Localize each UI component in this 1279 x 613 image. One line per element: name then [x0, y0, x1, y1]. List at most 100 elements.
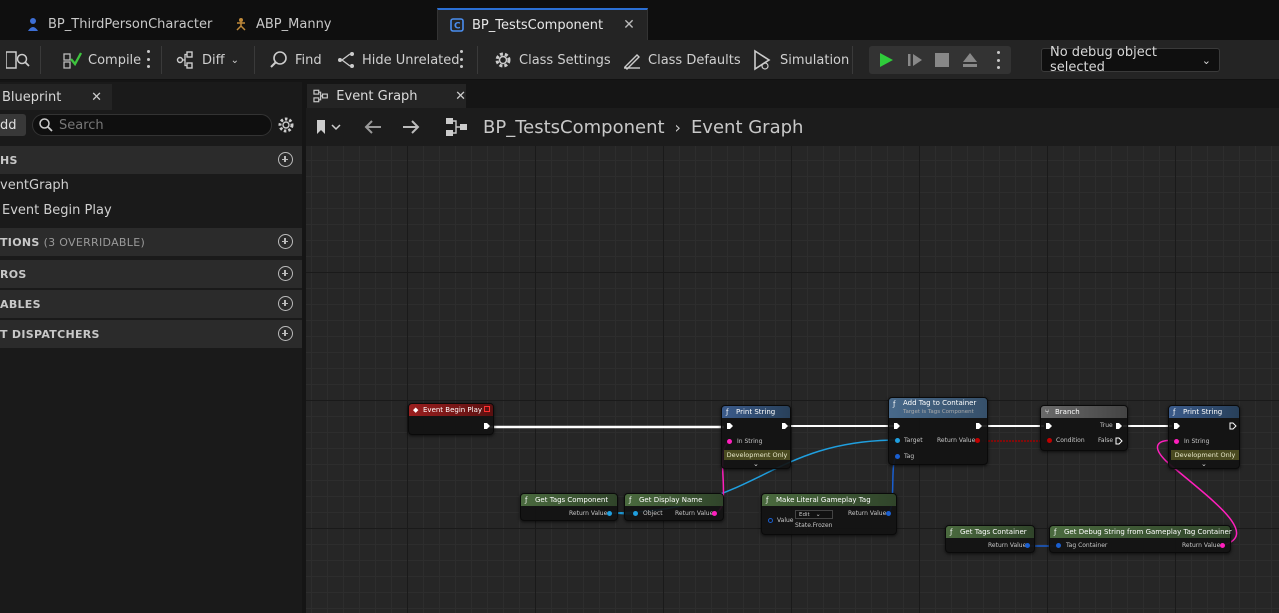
delegate-pin-icon[interactable]	[484, 406, 490, 412]
simulation-button[interactable]: Simulation	[752, 48, 849, 72]
string-pin[interactable]	[712, 511, 717, 516]
exec-out-pin[interactable]	[781, 422, 789, 430]
diff-button[interactable]: Diff ⌄	[176, 48, 239, 72]
back-arrow-icon[interactable]	[363, 119, 383, 135]
tab-bp-testscomponent[interactable]: C BP_TestsComponent ✕	[437, 8, 648, 40]
breadcrumb-leaf[interactable]: Event Graph	[691, 117, 804, 138]
node-get-tags-container[interactable]: ƒ Get Tags Container Return Value	[945, 525, 1035, 553]
function-icon: ƒ	[726, 408, 729, 416]
node-get-display-name[interactable]: ƒ Get Display Name Object Return Value	[624, 493, 724, 521]
section-event-dispatchers[interactable]: T DISPATCHERS	[0, 320, 302, 348]
exec-in-pin[interactable]	[1173, 422, 1181, 430]
node-print-string-1[interactable]: ƒ Print String In String Development Onl…	[721, 405, 791, 469]
close-icon[interactable]: ✕	[623, 17, 635, 33]
search-input[interactable]: Search	[32, 114, 272, 136]
eject-icon[interactable]	[962, 52, 978, 68]
node-add-tag-to-container[interactable]: ƒ Add Tag to Container Target is Tags Co…	[888, 397, 988, 465]
exec-in-pin[interactable]	[726, 422, 734, 430]
function-icon: ƒ	[1054, 528, 1057, 536]
chevron-down-icon: ⌄	[230, 54, 239, 66]
pin-label: Tag	[904, 453, 915, 460]
string-pin[interactable]	[1174, 439, 1179, 444]
event-graph-icon	[313, 89, 328, 103]
browse-icon[interactable]	[6, 50, 32, 70]
node-print-string-2[interactable]: ƒ Print String In String Development Onl…	[1168, 405, 1240, 469]
breadcrumb: BP_TestsComponent › Event Graph	[483, 116, 803, 138]
tab-label: ABP_Manny	[256, 16, 332, 32]
compile-options-icon[interactable]	[147, 50, 151, 68]
add-circle-icon[interactable]	[278, 152, 293, 167]
node-get-tags-component[interactable]: ƒ Get Tags Component Return Value	[520, 493, 618, 521]
chevron-down-icon[interactable]: ⌄	[1201, 460, 1207, 468]
my-blueprint-tab[interactable]: Blueprint ✕	[0, 84, 112, 110]
object-pin[interactable]	[633, 511, 638, 516]
exec-out-pin[interactable]	[1229, 422, 1237, 430]
edit-tag-dropdown[interactable]: Edit ⌄	[795, 510, 833, 519]
node-branch[interactable]: ⑂ Branch True Condition False	[1040, 405, 1128, 451]
stop-icon[interactable]	[935, 53, 949, 67]
tab-bp-thirdpersoncharacter[interactable]: BP_ThirdPersonCharacter	[14, 8, 224, 40]
forward-arrow-icon[interactable]	[401, 119, 421, 135]
section-graphs[interactable]: HS	[0, 146, 302, 174]
chevron-down-icon[interactable]: ⌄	[753, 460, 759, 468]
find-button[interactable]: Find	[269, 48, 322, 72]
struct-pin[interactable]	[1025, 543, 1030, 548]
node-event-begin-play[interactable]: ◆ Event Begin Play	[408, 403, 494, 435]
compile-button[interactable]: Compile	[62, 48, 141, 72]
dev-only-banner: Development Only	[724, 450, 790, 460]
section-macros[interactable]: ROS	[0, 260, 302, 288]
exec-out-pin[interactable]	[975, 422, 983, 430]
object-pin[interactable]	[895, 438, 900, 443]
tab-event-graph[interactable]: Event Graph ✕	[307, 84, 466, 108]
gear-icon[interactable]	[277, 116, 295, 134]
find-options-icon[interactable]	[460, 50, 464, 68]
struct-pin[interactable]	[895, 454, 900, 459]
exec-out-pin[interactable]	[1115, 437, 1123, 445]
bookmark-icon[interactable]	[315, 119, 343, 135]
section-variables[interactable]: ABLES	[0, 290, 302, 318]
add-circle-icon[interactable]	[278, 326, 293, 341]
step-icon[interactable]	[907, 52, 923, 68]
struct-pin[interactable]	[768, 518, 773, 523]
exec-out-pin[interactable]	[1115, 422, 1123, 430]
struct-pin[interactable]	[886, 511, 891, 516]
object-pin[interactable]	[607, 511, 612, 516]
play-icon[interactable]	[878, 52, 894, 68]
string-pin[interactable]	[1220, 543, 1225, 548]
close-icon[interactable]: ✕	[91, 90, 102, 105]
exec-in-pin[interactable]	[1045, 422, 1053, 430]
tree-item-eventgraph[interactable]: ventGraph	[0, 178, 69, 193]
hide-unrelated-button[interactable]: Hide Unrelated	[336, 48, 460, 72]
node-make-literal-gameplay-tag[interactable]: ƒ Make Literal Gameplay Tag Value Edit ⌄…	[761, 493, 897, 535]
add-circle-icon[interactable]	[278, 234, 293, 249]
struct-pin[interactable]	[1056, 543, 1061, 548]
exec-in-pin[interactable]	[893, 422, 901, 430]
bool-pin[interactable]	[1047, 438, 1052, 443]
debug-object-select[interactable]: No debug object selected ⌄	[1041, 45, 1220, 75]
add-button[interactable]: dd	[0, 114, 26, 136]
node-title: Get Tags Component	[535, 496, 609, 504]
simulation-icon	[754, 49, 771, 71]
pin-label: Return Value	[675, 510, 714, 517]
node-get-debug-string[interactable]: ƒ Get Debug String from Gameplay Tag Con…	[1049, 525, 1232, 553]
class-settings-button[interactable]: Class Settings	[493, 48, 611, 72]
character-icon	[28, 18, 38, 31]
play-options-icon[interactable]	[997, 51, 1001, 69]
graph-canvas[interactable]: ◆ Event Begin Play ƒ Print String In Str…	[306, 146, 1279, 613]
class-defaults-button[interactable]: Class Defaults	[622, 48, 741, 72]
string-pin[interactable]	[727, 439, 732, 444]
tab-abp-manny[interactable]: ABP_Manny	[222, 8, 344, 40]
add-circle-icon[interactable]	[278, 266, 293, 281]
add-circle-icon[interactable]	[278, 296, 293, 311]
graph-hierarchy-icon[interactable]	[445, 117, 469, 137]
function-icon: ƒ	[525, 496, 528, 504]
animation-blueprint-icon	[236, 18, 246, 31]
close-icon[interactable]: ✕	[455, 89, 466, 104]
exec-out-pin[interactable]	[483, 422, 491, 430]
pin-label: Value	[777, 517, 794, 524]
tree-item-event-begin-play[interactable]: Event Begin Play	[2, 203, 112, 218]
breadcrumb-root[interactable]: BP_TestsComponent	[483, 117, 665, 138]
bool-pin[interactable]	[975, 438, 980, 443]
toolbar-divider	[254, 46, 255, 74]
section-functions[interactable]: TIONS (3 OVERRIDABLE)	[0, 228, 302, 256]
